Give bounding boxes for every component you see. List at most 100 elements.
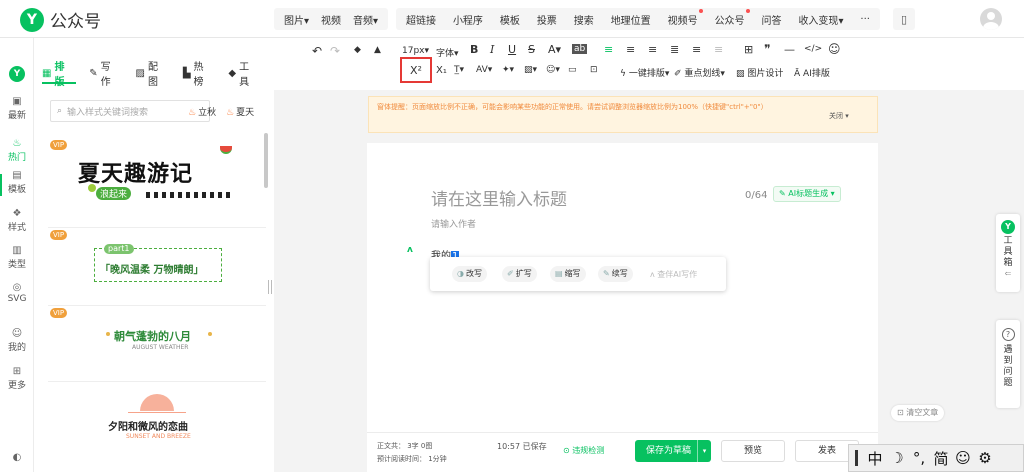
rail-item-styles[interactable]: ❖ 样式 bbox=[0, 208, 34, 233]
font-color-button[interactable]: A▾ bbox=[548, 43, 561, 56]
preview-button[interactable]: 预览 bbox=[721, 440, 785, 462]
ime-mode-toggle[interactable]: 中 bbox=[864, 448, 886, 469]
panel-scrollbar[interactable] bbox=[264, 133, 268, 188]
letter-spacing-button[interactable]: ≡ bbox=[714, 43, 723, 56]
rail-item-more[interactable]: ⊞ 更多 bbox=[0, 366, 34, 391]
avatar[interactable] bbox=[980, 8, 1002, 30]
author-input[interactable]: 请输入作者 bbox=[431, 217, 476, 230]
insert-channels[interactable]: 视频号 bbox=[662, 8, 704, 27]
insert-location[interactable]: 地理位置 bbox=[605, 12, 657, 27]
magic-wand-icon[interactable]: ✦▾ bbox=[502, 65, 514, 75]
quote-icon[interactable]: ❞ bbox=[764, 42, 770, 56]
ai-expand-button[interactable]: ✐ 扩写 bbox=[502, 266, 537, 282]
title-input[interactable]: 请在这里输入标题 bbox=[431, 185, 567, 210]
one-click-layout-button[interactable]: ϟ 一键排版▾ bbox=[620, 66, 669, 79]
insert-search[interactable]: 搜索 bbox=[568, 12, 600, 27]
insert-official-account[interactable]: 公众号 bbox=[709, 8, 751, 27]
underline-button[interactable]: U bbox=[508, 43, 516, 56]
background-color-button[interactable]: ab bbox=[572, 44, 588, 54]
insert-monetize[interactable]: 收入变现▾ bbox=[792, 12, 849, 27]
strikeline-style-button[interactable]: T̲▾ bbox=[454, 65, 464, 75]
tab-trending[interactable]: ▙ 热榜 bbox=[183, 58, 213, 88]
punctuation-toggle[interactable]: °, bbox=[908, 449, 930, 467]
insert-image-icon[interactable]: ▨▾ bbox=[524, 65, 537, 75]
strikethrough-button[interactable]: S bbox=[528, 43, 535, 56]
rail-item-types[interactable]: ▥ 类型 bbox=[0, 245, 34, 270]
insert-template[interactable]: 模板 bbox=[494, 12, 526, 27]
headset-icon[interactable]: ◐ bbox=[0, 452, 34, 464]
ime-drag-handle[interactable] bbox=[855, 450, 858, 466]
ai-write-link[interactable]: ʌ 查伴AI写作 bbox=[650, 269, 697, 280]
style-card[interactable]: VIP part1 「晚风温柔 万物晴朗」 bbox=[48, 228, 266, 306]
style-card[interactable]: VIP 朝气蓬勃的八月 AUGUST WEATHER bbox=[48, 306, 266, 382]
hot-tag-summer[interactable]: ♨ 夏天 bbox=[226, 105, 254, 118]
banner-close-button[interactable]: 关闭 ▾ bbox=[829, 111, 849, 121]
indent-button[interactable]: ≡ bbox=[648, 43, 657, 56]
simplified-toggle[interactable]: 简 bbox=[930, 448, 952, 469]
divider-icon[interactable]: — bbox=[784, 43, 795, 56]
clear-format-icon[interactable]: ▲ bbox=[374, 45, 381, 55]
tab-write[interactable]: ✎ 写作 bbox=[89, 58, 119, 88]
insert-link[interactable]: 超链接 bbox=[400, 12, 442, 27]
italic-button[interactable]: I bbox=[490, 43, 494, 56]
rail-item-mine[interactable]: ☺ 我的 bbox=[0, 328, 34, 353]
paragraph-spacing-button[interactable]: ≡ bbox=[692, 43, 701, 56]
save-options-dropdown[interactable]: ▾ bbox=[697, 440, 711, 462]
rail-item-svg[interactable]: ◎ SVG bbox=[0, 282, 34, 304]
insert-audio-menu[interactable]: 音频▾ bbox=[347, 12, 384, 27]
table-icon[interactable]: ⊞ bbox=[744, 43, 753, 56]
gear-icon[interactable]: ⚙ bbox=[974, 449, 996, 467]
undo-icon[interactable]: ↶ bbox=[312, 44, 322, 58]
ai-shorten-button[interactable]: ▤ 缩写 bbox=[550, 266, 586, 282]
line-height-button[interactable]: ≣ bbox=[670, 43, 679, 56]
save-draft-button[interactable]: 保存为草稿 ▾ bbox=[635, 440, 711, 462]
insert-video-menu[interactable]: 视频 bbox=[315, 12, 347, 27]
tab-image[interactable]: ▨ 配图 bbox=[136, 58, 167, 88]
rail-item-hot[interactable]: ♨ 热门 bbox=[0, 138, 34, 163]
insert-vote[interactable]: 投票 bbox=[531, 12, 563, 27]
ai-layout-button[interactable]: Ā AI排版 bbox=[794, 66, 830, 79]
ai-rewrite-button[interactable]: ◑ 改写 bbox=[452, 266, 487, 282]
ai-assist-icon[interactable]: ʌ bbox=[407, 245, 413, 255]
toolbox-panel-button[interactable]: Y 工具箱 ⇐ bbox=[996, 214, 1020, 292]
superscript-button[interactable]: X² bbox=[410, 64, 422, 77]
emoji-insert-icon[interactable]: ☺▾ bbox=[546, 65, 560, 75]
hot-tag-liqiu[interactable]: ♨ 立秋 bbox=[188, 105, 216, 118]
tab-tools[interactable]: ◆ 工具 bbox=[228, 58, 258, 88]
align-button[interactable]: ≡ bbox=[604, 43, 613, 56]
insert-miniprogram[interactable]: 小程序 bbox=[447, 12, 489, 27]
style-card[interactable]: VIP 夏天趣游记 浪起来 bbox=[48, 138, 266, 228]
plugin-logo-icon[interactable]: Y bbox=[9, 66, 25, 82]
subscript-button[interactable]: X₁ bbox=[436, 65, 447, 76]
ai-title-button[interactable]: ✎ AI标题生成 ▾ bbox=[773, 186, 841, 202]
panel-collapse-handle[interactable] bbox=[268, 280, 272, 294]
style-search-input[interactable]: ⌕ 输入样式关键词搜索 bbox=[50, 100, 210, 122]
briefcase-icon[interactable]: ⊡ bbox=[590, 65, 598, 75]
key-lines-button[interactable]: ✐ 重点划线▾ bbox=[674, 66, 725, 79]
help-button[interactable]: ? 遇到问题 bbox=[996, 320, 1020, 408]
style-card[interactable]: 夕阳和微风的恋曲 SUNSET AND BREEZE bbox=[48, 382, 266, 460]
video-icon[interactable]: ▭ bbox=[568, 65, 577, 75]
code-icon[interactable]: </> bbox=[804, 44, 822, 54]
emoji-icon[interactable]: ☺ bbox=[828, 42, 841, 56]
image-design-button[interactable]: ▨ 图片设计 bbox=[736, 66, 783, 79]
bold-button[interactable]: B bbox=[470, 43, 478, 56]
ai-continue-button[interactable]: ✎ 续写 bbox=[598, 266, 633, 282]
rail-item-latest[interactable]: ▣ 最新 bbox=[0, 96, 34, 121]
rail-item-templates[interactable]: ▤ 模板 bbox=[0, 170, 34, 195]
insert-image-menu[interactable]: 图片▾ bbox=[278, 12, 315, 27]
format-painter-icon[interactable]: ◆ bbox=[354, 45, 361, 55]
moon-icon[interactable]: ☽ bbox=[886, 449, 908, 467]
smile-icon[interactable]: ☺ bbox=[952, 449, 974, 467]
logo[interactable]: Y 公众号 bbox=[20, 7, 101, 32]
compliance-check-button[interactable]: ⊙ 违规检测 bbox=[563, 445, 604, 456]
list-button[interactable]: ≡ bbox=[626, 43, 635, 56]
font-family-select[interactable]: 字体▾ bbox=[436, 46, 459, 59]
more-insert-button[interactable]: ··· bbox=[854, 14, 876, 25]
redo-icon[interactable]: ↷ bbox=[330, 44, 340, 58]
font-size-select[interactable]: 17px▾ bbox=[402, 46, 429, 56]
document-icon[interactable]: ▯ bbox=[893, 8, 915, 30]
clear-document-button[interactable]: ⊡ 清空文章 bbox=[891, 405, 945, 421]
text-spacing-button[interactable]: AV▾ bbox=[476, 65, 492, 75]
insert-qa[interactable]: 问答 bbox=[756, 12, 788, 27]
